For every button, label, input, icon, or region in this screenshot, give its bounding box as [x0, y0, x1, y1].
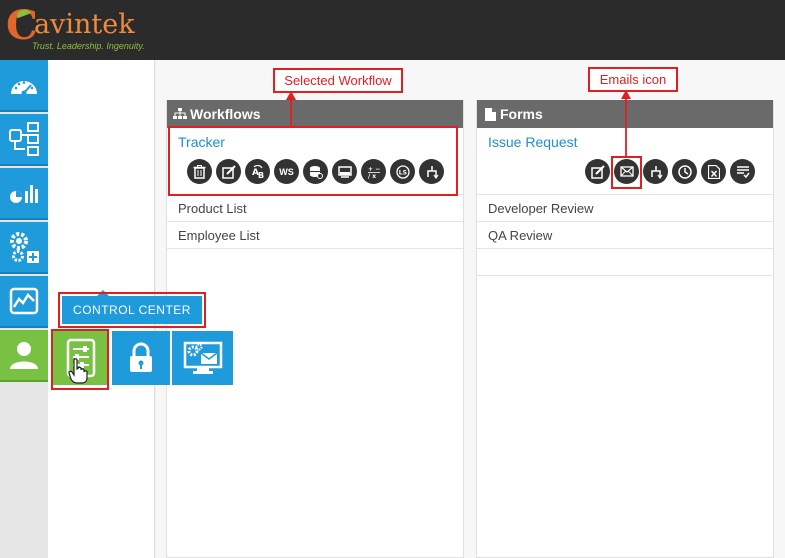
- email-settings-tile[interactable]: [172, 331, 233, 385]
- lock-icon: [130, 342, 152, 372]
- dashboard-gauge-icon: [11, 81, 37, 96]
- email-settings-monitor-icon: [183, 341, 222, 374]
- schedule-clock-icon[interactable]: [672, 159, 697, 184]
- logo-tagline: Trust. Leadership. Ingenuity.: [32, 41, 145, 51]
- tooltip-highlight: [58, 292, 206, 328]
- selected-workflow-callout: Selected Workflow: [273, 68, 403, 93]
- nav-item-dashboard[interactable]: [0, 60, 48, 112]
- form-list-item[interactable]: QA Review: [477, 222, 773, 249]
- user-icon: [10, 342, 38, 369]
- document-icon: [483, 107, 497, 121]
- list-check-icon[interactable]: [730, 159, 755, 184]
- form-list-item-empty: [477, 249, 773, 276]
- callout-arrow: [286, 91, 296, 128]
- selected-form-title[interactable]: Issue Request: [488, 134, 578, 150]
- workflow-list-item[interactable]: Employee List: [167, 222, 463, 249]
- reports-chart-icon: [10, 185, 38, 203]
- workflows-header: Workflows: [167, 100, 463, 128]
- edit-icon[interactable]: [585, 159, 610, 184]
- activity-monitor-icon: [9, 287, 39, 315]
- security-tile[interactable]: [112, 331, 170, 385]
- form-list-item[interactable]: Developer Review: [477, 195, 773, 222]
- nav-item-users[interactable]: [0, 330, 48, 382]
- nav-item-workflow[interactable]: [0, 114, 48, 166]
- nav-item-settings[interactable]: [0, 222, 48, 274]
- flow-icon[interactable]: [643, 159, 668, 184]
- left-nav: [0, 60, 48, 558]
- workflow-icon: [9, 122, 39, 156]
- top-bar: C avintek Trust. Leadership. Ingenuity.: [0, 0, 785, 60]
- nav-item-reports[interactable]: [0, 168, 48, 220]
- cavintek-logo[interactable]: C avintek Trust. Leadership. Ingenuity.: [6, 4, 146, 56]
- hand-cursor-icon: [68, 358, 88, 384]
- excel-icon[interactable]: [701, 159, 726, 184]
- nav-item-monitor[interactable]: [0, 276, 48, 328]
- emails-icon-callout: Emails icon: [588, 67, 678, 92]
- callout-arrow: [621, 90, 631, 157]
- workflows-title: Workflows: [190, 106, 261, 122]
- logo-word: avintek: [34, 9, 135, 40]
- workflow-list-item[interactable]: Product List: [167, 195, 463, 222]
- selected-workflow-highlight: [168, 126, 458, 196]
- forms-title: Forms: [500, 106, 543, 122]
- emails-icon-highlight: [611, 156, 642, 189]
- settings-gears-icon: [10, 232, 39, 263]
- hierarchy-icon: [173, 107, 187, 121]
